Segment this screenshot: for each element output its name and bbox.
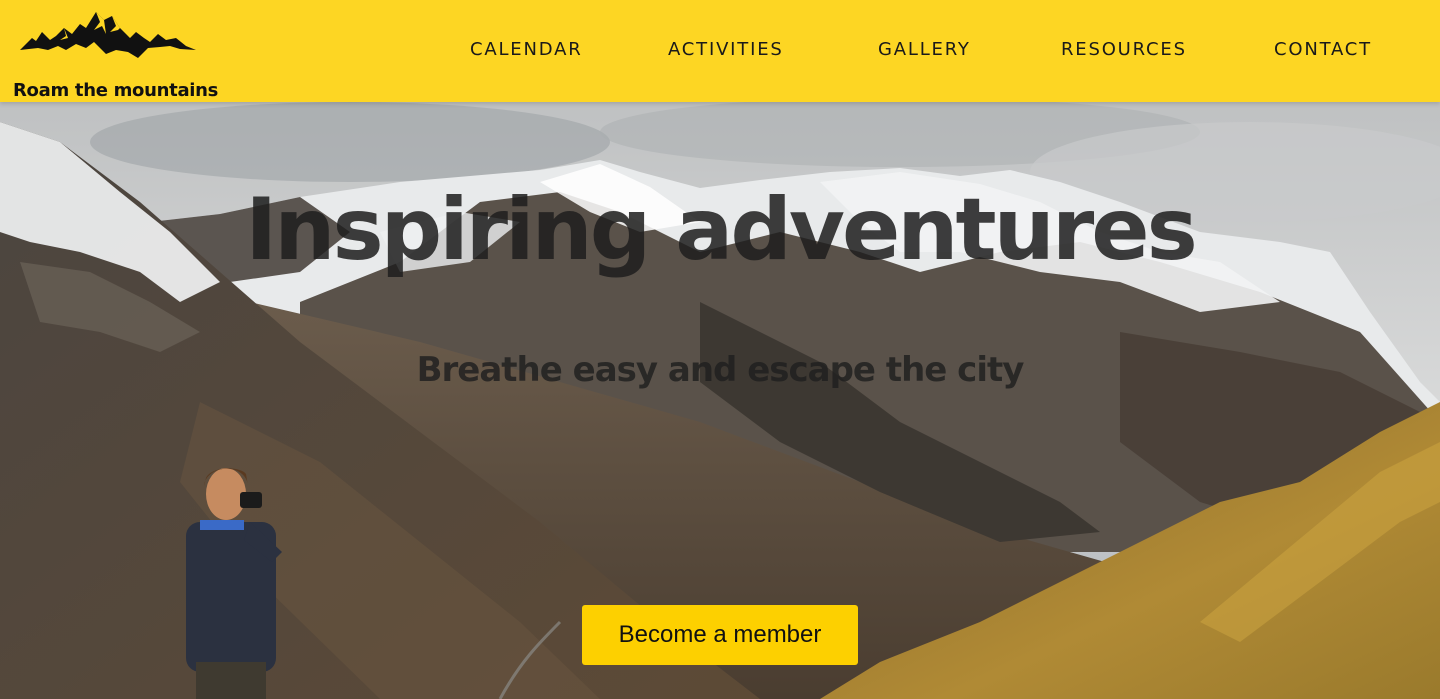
site-header: Roam the mountains CALENDAR ACTIVITIES G… [0, 0, 1440, 102]
become-member-button[interactable]: Become a member [582, 605, 858, 665]
hero-title: Inspiring adventures [245, 180, 1198, 280]
nav-activities[interactable]: ACTIVITIES [668, 39, 784, 60]
hero-section: Inspiring adventures Breathe easy and es… [0, 102, 1440, 699]
mountain-range-icon[interactable] [20, 8, 200, 63]
nav-contact[interactable]: CONTACT [1274, 39, 1372, 60]
hero-subtitle: Breathe easy and escape the city [416, 350, 1025, 390]
nav-gallery[interactable]: GALLERY [878, 39, 971, 60]
site-tagline: Roam the mountains [13, 80, 219, 101]
nav-calendar[interactable]: CALENDAR [470, 39, 583, 60]
nav-resources[interactable]: RESOURCES [1061, 39, 1187, 60]
